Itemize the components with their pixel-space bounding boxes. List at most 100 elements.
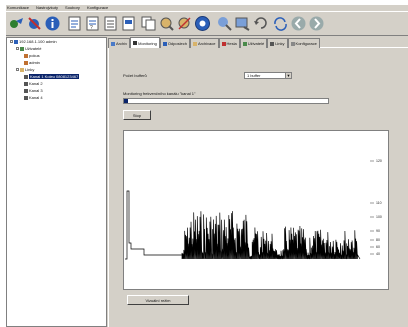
folder-icon — [192, 41, 197, 46]
key-icon — [221, 41, 226, 46]
tab-uzivatele[interactable]: Uživatelé — [239, 38, 268, 48]
navigation-tree: 192.168.1.100 admin Uživatelé pokus admi… — [6, 37, 107, 327]
doc4-icon[interactable] — [120, 15, 137, 32]
info-icon[interactable] — [44, 15, 61, 32]
channel-icon — [24, 95, 28, 100]
tab-label: Hesla — [226, 41, 237, 46]
users-icon — [20, 46, 24, 51]
tab-konfigurace[interactable]: Konfigurace — [287, 38, 320, 48]
monitor-icon — [133, 41, 138, 45]
monitor-icon[interactable] — [194, 15, 211, 32]
add-icon[interactable] — [158, 15, 175, 32]
tree-node-server[interactable]: 192.168.1.100 admin — [10, 39, 57, 44]
tree-node-user-pokus[interactable]: pokus — [24, 53, 40, 58]
menu-komunikace[interactable]: Komunikace — [7, 5, 29, 11]
chart-canvas: 120 110 100 90 80 60 40 — [125, 159, 382, 260]
menu-bar: Komunikace Nastrojvkuty Soubory Konfigur… — [6, 5, 408, 12]
buffer-select[interactable]: 1 buffer ▼ — [244, 72, 292, 79]
disconnect-icon[interactable] — [26, 15, 43, 32]
tab-label: Archiv — [116, 41, 128, 46]
channel-icon — [24, 88, 28, 93]
channel-icon — [24, 74, 28, 79]
user-icon — [24, 60, 28, 65]
config-icon — [290, 41, 295, 46]
tab-archivace[interactable]: Archivace — [189, 38, 219, 48]
user-icon — [24, 53, 28, 58]
menu-soubory[interactable]: Soubory — [65, 5, 80, 11]
expand-icon[interactable] — [16, 47, 19, 50]
tab-archiv[interactable]: Archiv — [108, 38, 131, 48]
monitor-progress-bar — [123, 98, 329, 104]
monitor-label: Monitoring frekvenčního kanálu "kanal 1" — [123, 91, 196, 96]
tab-strip: Archiv Monitoring Odposlech Archivace He… — [108, 37, 408, 48]
doc2-icon[interactable]: ? — [84, 15, 101, 32]
tab-linky[interactable]: Linky — [267, 38, 288, 48]
copy-icon[interactable] — [140, 15, 157, 32]
svg-text:?: ? — [90, 25, 93, 31]
tree-label: admin — [29, 60, 40, 65]
forward-icon[interactable] — [308, 15, 325, 32]
tree-node-users[interactable]: Uživatelé — [16, 46, 41, 51]
tree-label: 192.168.1.100 admin — [19, 39, 57, 44]
headphones-icon — [162, 41, 167, 46]
y-tick-label: 80 — [376, 238, 380, 242]
tree-node-user-admin[interactable]: admin — [24, 60, 40, 65]
menu-konfigurace[interactable]: Konfigurace — [87, 5, 108, 11]
tree-label: Linky — [25, 67, 35, 72]
stop-button[interactable]: Stop — [123, 110, 151, 120]
refresh-icon[interactable] — [272, 15, 289, 32]
users-icon — [242, 41, 247, 46]
link-icon — [270, 41, 275, 46]
expand-icon[interactable] — [16, 68, 19, 71]
tree-node-kanal-2[interactable]: Kanal 2 — [24, 81, 43, 86]
server-icon — [14, 39, 18, 44]
tree-node-kanal-3[interactable]: Kanal 3 — [24, 88, 43, 93]
export-icon[interactable] — [234, 15, 251, 32]
tab-label: Konfigurace — [295, 41, 317, 46]
tree-node-kanal-1[interactable]: Kanal 1 Koleu 0808123467 — [24, 74, 80, 79]
graph-icon[interactable] — [216, 15, 233, 32]
remove-icon[interactable] — [176, 15, 193, 32]
progress-fill — [124, 99, 129, 103]
tree-label: pokus — [29, 53, 40, 58]
y-tick-label: 60 — [376, 245, 380, 249]
y-tick-label: 40 — [376, 252, 380, 256]
tab-hesla[interactable]: Hesla — [218, 38, 240, 48]
tab-label: Uživatelé — [247, 41, 265, 46]
tab-label: Linky — [275, 41, 285, 46]
tab-odposlech[interactable]: Odposlech — [159, 38, 190, 48]
y-tick-label: 110 — [376, 201, 382, 205]
tab-label: Odposlech — [167, 41, 187, 46]
channel-icon — [24, 81, 28, 86]
monitoring-panel: Počet bufferů 1 buffer ▼ Monitoring frek… — [108, 48, 408, 327]
tree-label: Kanal 1 Koleu 0808123467 — [29, 74, 80, 79]
tab-monitoring[interactable]: Monitoring — [130, 37, 160, 48]
connect-icon[interactable] — [8, 15, 25, 32]
toolbar: ? — [6, 12, 408, 36]
undo-icon[interactable] — [252, 15, 269, 32]
tree-node-links[interactable]: Linky — [16, 67, 34, 72]
monitoring-chart: 120 110 100 90 80 60 40 — [123, 130, 389, 290]
tree-label: Uživatelé — [25, 46, 42, 51]
buffer-select-value: 1 buffer — [247, 73, 261, 78]
tree-label: Kanal 4 — [29, 95, 43, 100]
y-tick-label: 120 — [376, 159, 382, 163]
buffer-label: Počet bufferů — [123, 73, 147, 78]
tree-label: Kanal 2 — [29, 81, 43, 86]
expand-icon[interactable] — [10, 40, 13, 43]
signal-trace — [125, 190, 361, 260]
visual-mode-button[interactable]: Vizuální režim — [127, 295, 189, 305]
application-window: Komunikace Nastrojvkuty Soubory Konfigur… — [6, 5, 408, 327]
doc3-icon[interactable] — [102, 15, 119, 32]
tree-node-kanal-4[interactable]: Kanal 4 — [24, 95, 43, 100]
back-icon[interactable] — [290, 15, 307, 32]
doc1-icon[interactable] — [66, 15, 83, 32]
tab-label: Monitoring — [138, 40, 157, 46]
archive-icon — [111, 41, 115, 46]
menu-nastroje[interactable]: Nastrojvkuty — [36, 5, 58, 11]
chevron-down-icon[interactable]: ▼ — [285, 73, 291, 78]
y-tick-label: 100 — [376, 215, 382, 219]
y-tick-label: 90 — [376, 229, 380, 233]
tab-label: Archivace — [197, 41, 216, 46]
tree-label: Kanal 3 — [29, 88, 43, 93]
